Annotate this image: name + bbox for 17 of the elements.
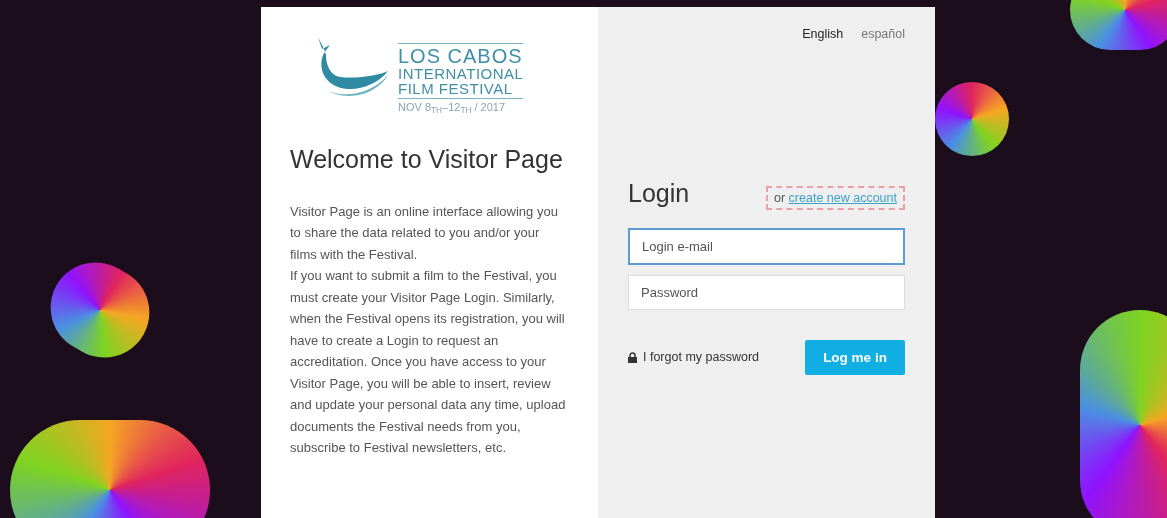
password-field[interactable]: Password	[628, 275, 905, 311]
or-label: or	[774, 190, 786, 205]
log-in-button[interactable]: Log me in	[805, 340, 905, 376]
festival-name-line: INTERNATIONAL	[398, 66, 524, 81]
festival-name-line: LOS CABOS	[398, 46, 524, 66]
intro-paragraph: If you want to submit a film to the Festival, you must create your Visitor Page Login. Similarly, when the Festival opens its registration, you will have to create a Login to request an accreditation. Once you have access to your Visitor Page, you will be able to insert, review and update your personal data any time, upload documents the Festival needs from you, subscribe to Festival newsletters, etc.	[290, 267, 567, 457]
padlock-icon	[628, 352, 637, 364]
intro-paragraph: Visitor Page is an online interface allowing you to share the data related to you and/or your films with the Festival.	[290, 202, 559, 264]
festival-dates: NOV 8$_{TH}$–12$_{TH}$ / 2017	[398, 102, 506, 113]
login-heading: Login	[628, 177, 690, 209]
create-account-link[interactable]: create new account	[788, 190, 897, 205]
language-link[interactable]: español	[861, 25, 905, 44]
email-field[interactable]: Login e-mail	[628, 228, 905, 266]
forgot-password-link[interactable]: I forgot my password	[643, 348, 759, 368]
welcome-heading: Welcome to Visitor Page	[290, 144, 564, 175]
festival-name-line: FILM FESTIVAL	[398, 81, 514, 96]
language-link[interactable]: English	[802, 25, 844, 44]
